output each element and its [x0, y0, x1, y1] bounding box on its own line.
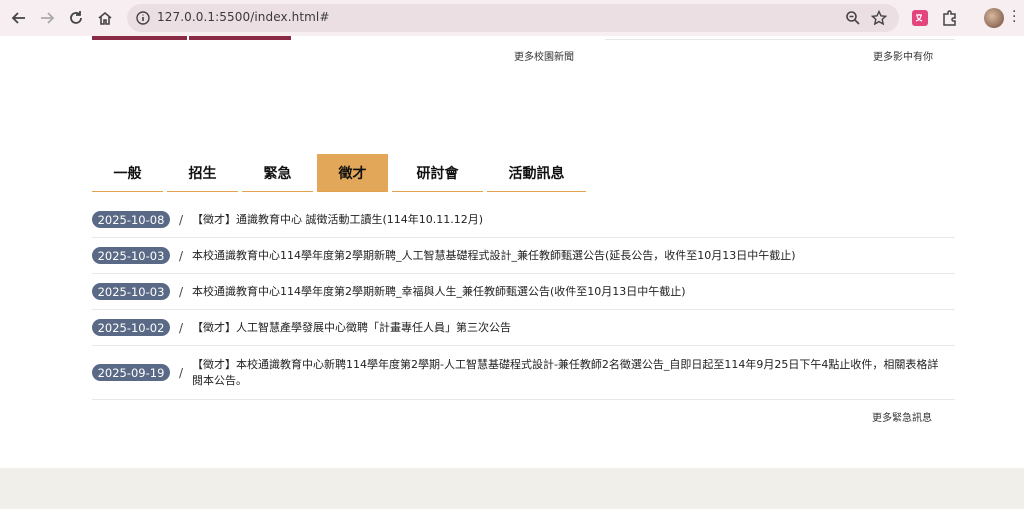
back-arrow-icon[interactable] — [8, 7, 30, 29]
page-content: 更多校園新聞 更多影中有你 一般 招生 緊急 徵才 研討會 活動訊息 2025-… — [0, 36, 1024, 509]
footer — [0, 468, 1024, 509]
profile-avatar[interactable] — [984, 8, 1004, 28]
forward-arrow-icon[interactable] — [36, 7, 58, 29]
divider — [605, 39, 955, 40]
accent-bar — [92, 36, 187, 40]
list-item[interactable]: 2025-09-19 / 【徵才】本校通識教育中心新聘114學年度第2學期-人工… — [92, 346, 955, 400]
list-item[interactable]: 2025-10-03 / 本校通識教育中心114學年度第2學期新聘_幸福與人生_… — [92, 274, 955, 310]
home-icon[interactable] — [94, 7, 116, 29]
tab-general[interactable]: 一般 — [92, 154, 163, 192]
browser-toolbar: 127.0.0.1:5500/index.html# · · · — [0, 0, 1024, 36]
tab-recruitment[interactable]: 徵才 — [317, 154, 388, 192]
url-text[interactable]: 127.0.0.1:5500/index.html# — [157, 10, 330, 24]
news-title-link[interactable]: 【徵才】人工智慧產學發展中心徵聘「計畫專任人員」第三次公告 — [192, 320, 517, 336]
tab-urgent[interactable]: 緊急 — [242, 154, 313, 192]
date-badge: 2025-10-02 — [92, 319, 170, 336]
date-badge: 2025-10-03 — [92, 247, 170, 264]
bookmark-star-icon[interactable] — [871, 10, 887, 26]
address-bar[interactable]: 127.0.0.1:5500/index.html# — [127, 4, 899, 32]
zoom-icon[interactable] — [845, 10, 861, 26]
extensions-puzzle-icon[interactable] — [941, 9, 959, 27]
list-item[interactable]: 2025-10-02 / 【徵才】人工智慧產學發展中心徵聘「計畫專任人員」第三次… — [92, 310, 955, 346]
date-badge: 2025-10-08 — [92, 211, 170, 228]
date-badge: 2025-10-03 — [92, 283, 170, 300]
news-title-link[interactable]: 【徵才】通識教育中心 誠徵活動工讀生(114年10.11.12月) — [192, 212, 489, 228]
menu-kebab-icon[interactable]: · · · — [1012, 5, 1016, 29]
tab-admissions[interactable]: 招生 — [167, 154, 238, 192]
accent-bar — [189, 36, 291, 40]
news-list: 2025-10-08 / 【徵才】通識教育中心 誠徵活動工讀生(114年10.1… — [92, 202, 955, 400]
reload-icon[interactable] — [65, 7, 87, 29]
news-title-link[interactable]: 【徵才】本校通識教育中心新聘114學年度第2學期-人工智慧基礎程式設計-兼任教師… — [192, 357, 955, 389]
separator: / — [178, 284, 184, 299]
news-title-link[interactable]: 本校通識教育中心114學年度第2學期新聘_幸福與人生_兼任教師甄選公告(收件至1… — [192, 284, 692, 300]
separator: / — [178, 248, 184, 263]
date-badge: 2025-09-19 — [92, 364, 170, 381]
more-campus-news-link[interactable]: 更多校園新聞 — [514, 48, 574, 63]
site-info-icon[interactable] — [135, 10, 151, 26]
list-item[interactable]: 2025-10-08 / 【徵才】通識教育中心 誠徵活動工讀生(114年10.1… — [92, 202, 955, 238]
translate-extension-icon[interactable] — [911, 9, 929, 27]
separator: / — [178, 320, 184, 335]
news-category-tabs: 一般 招生 緊急 徵才 研討會 活動訊息 — [92, 154, 590, 192]
tab-seminar[interactable]: 研討會 — [392, 154, 483, 192]
news-title-link[interactable]: 本校通識教育中心114學年度第2學期新聘_人工智慧基礎程式設計_兼任教師甄選公告… — [192, 248, 802, 264]
more-in-photos-link[interactable]: 更多影中有你 — [873, 48, 933, 63]
more-urgent-link[interactable]: 更多緊急訊息 — [872, 409, 932, 424]
separator: / — [178, 365, 184, 380]
list-item[interactable]: 2025-10-03 / 本校通識教育中心114學年度第2學期新聘_人工智慧基礎… — [92, 238, 955, 274]
tab-activities[interactable]: 活動訊息 — [487, 154, 586, 192]
separator: / — [178, 212, 184, 227]
